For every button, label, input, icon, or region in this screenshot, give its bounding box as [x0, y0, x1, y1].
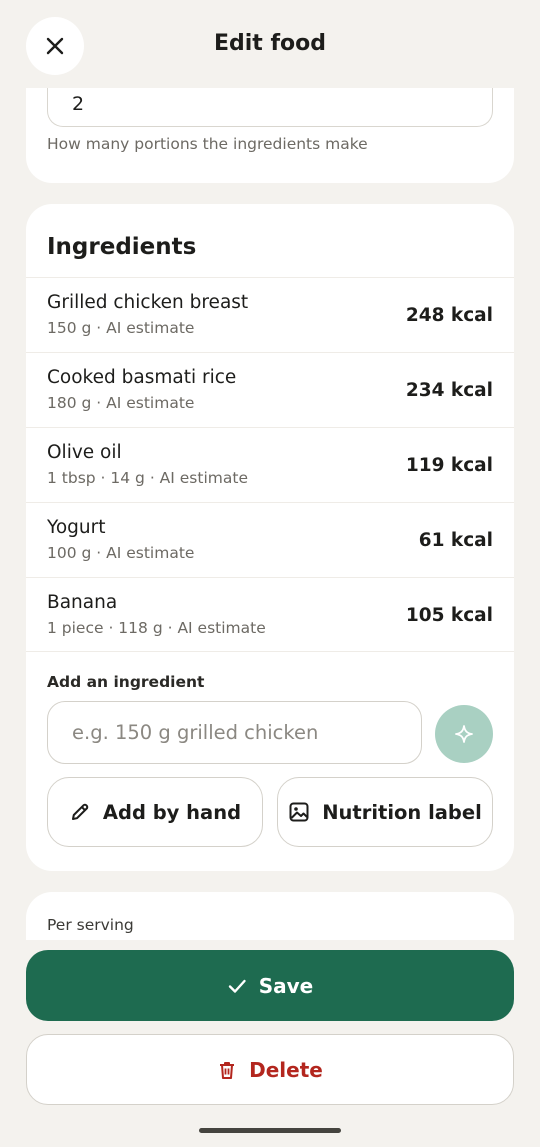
save-label: Save: [258, 973, 314, 998]
ingredient-row[interactable]: Banana 1 piece · 118 g · AI estimate 105…: [26, 577, 514, 652]
check-icon: [227, 976, 247, 996]
ingredient-kcal: 248 kcal: [405, 305, 493, 326]
ai-add-button[interactable]: [435, 705, 493, 763]
ingredient-meta: 100 g · AI estimate: [47, 544, 195, 562]
delete-label: Delete: [249, 1057, 323, 1082]
add-ingredient-label: Add an ingredient: [47, 673, 205, 691]
ingredient-name: Cooked basmati rice: [47, 367, 237, 388]
nutrition-label-button[interactable]: Nutrition label: [277, 777, 493, 847]
delete-button[interactable]: Delete: [26, 1034, 514, 1105]
ingredient-kcal: 119 kcal: [405, 455, 493, 476]
add-by-hand-label: Add by hand: [102, 800, 242, 824]
trash-icon: [217, 1060, 237, 1080]
app-header: Edit food: [0, 0, 540, 88]
ingredient-meta: 150 g · AI estimate: [47, 319, 195, 337]
ingredients-list: Grilled chicken breast 150 g · AI estima…: [26, 277, 514, 652]
ingredients-heading: Ingredients: [47, 234, 197, 260]
pencil-icon: [69, 801, 91, 823]
ingredient-row[interactable]: Cooked basmati rice 180 g · AI estimate …: [26, 352, 514, 427]
save-button[interactable]: Save: [26, 950, 514, 1021]
per-serving-label: Per serving: [47, 916, 134, 934]
page-title: Edit food: [213, 31, 327, 56]
ingredient-name: Yogurt: [47, 517, 106, 538]
ingredient-meta: 1 tbsp · 14 g · AI estimate: [47, 469, 248, 487]
ingredient-row[interactable]: Grilled chicken breast 150 g · AI estima…: [26, 277, 514, 352]
sparkle-icon: [454, 724, 474, 744]
add-ingredient-input[interactable]: [47, 701, 422, 764]
ingredient-meta: 180 g · AI estimate: [47, 394, 195, 412]
ingredient-row[interactable]: Olive oil 1 tbsp · 14 g · AI estimate 11…: [26, 427, 514, 502]
ingredient-kcal: 105 kcal: [405, 605, 493, 626]
ingredient-kcal: 61 kcal: [418, 530, 493, 551]
ingredient-kcal: 234 kcal: [405, 380, 493, 401]
ingredient-row[interactable]: Yogurt 100 g · AI estimate 61 kcal: [26, 502, 514, 577]
servings-help-text: How many portions the ingredients make: [47, 135, 368, 153]
ingredient-name: Banana: [47, 592, 118, 613]
ingredient-name: Olive oil: [47, 442, 122, 463]
image-icon: [288, 801, 310, 823]
home-indicator: [199, 1128, 341, 1133]
per-serving-card: Per serving: [26, 892, 514, 940]
ingredient-meta: 1 piece · 118 g · AI estimate: [47, 619, 266, 637]
add-by-hand-button[interactable]: Add by hand: [47, 777, 263, 847]
nutrition-label-text: Nutrition label: [322, 800, 482, 824]
ingredients-card: Ingredients Grilled chicken breast 150 g…: [26, 204, 514, 871]
ingredient-name: Grilled chicken breast: [47, 292, 249, 313]
